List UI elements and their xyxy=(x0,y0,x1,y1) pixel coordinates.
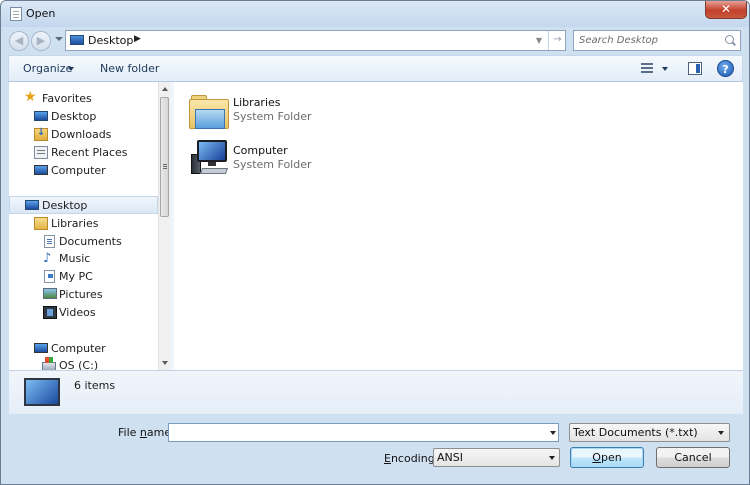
item-type: System Folder xyxy=(233,110,312,123)
computer-icon xyxy=(191,140,229,176)
preview-pane-icon[interactable] xyxy=(688,62,702,75)
nav-item-label: Documents xyxy=(59,235,122,248)
address-bar[interactable]: Desktop ▶ ▼ → xyxy=(65,30,566,51)
scrollbar-thumb[interactable] xyxy=(160,97,169,217)
computer-icon xyxy=(34,165,48,175)
nav-item-music[interactable]: ♪ Music xyxy=(9,250,158,268)
open-button[interactable]: Open xyxy=(570,447,644,468)
nav-item-label: Computer xyxy=(51,164,106,177)
nav-item-computer-favorite[interactable]: Computer xyxy=(9,162,158,180)
nav-item-label: My PC xyxy=(59,270,93,283)
back-button[interactable]: ◀ xyxy=(9,31,29,51)
search-input[interactable] xyxy=(579,33,719,48)
window-title: Open xyxy=(26,7,56,20)
nav-item-label: Music xyxy=(59,252,91,265)
file-list[interactable]: Libraries System Folder Computer System … xyxy=(174,82,743,370)
nav-item-label: Videos xyxy=(59,306,96,319)
new-folder-button[interactable]: New folder xyxy=(100,62,159,75)
videos-icon xyxy=(43,306,57,319)
documents-icon xyxy=(44,235,55,248)
encoding-value: ANSI xyxy=(437,451,463,464)
nav-favorites[interactable]: ★ Favorites xyxy=(9,90,158,108)
search-box[interactable] xyxy=(573,30,741,51)
libraries-icon xyxy=(34,217,48,230)
file-type-value: Text Documents (*.txt) xyxy=(573,426,698,439)
desktop-icon xyxy=(34,111,48,121)
music-icon: ♪ xyxy=(43,251,52,266)
desktop-icon xyxy=(25,200,39,210)
close-button[interactable]: ✕ xyxy=(705,1,747,19)
item-name: Libraries xyxy=(233,96,281,109)
scroll-up-arrow-icon[interactable] xyxy=(162,87,168,91)
details-pane: 6 items xyxy=(9,370,743,414)
nav-item-label: Desktop xyxy=(51,110,97,123)
downloads-icon xyxy=(34,127,48,141)
title-bar[interactable]: Open ✕ xyxy=(1,1,749,27)
cancel-button[interactable]: Cancel xyxy=(656,447,730,468)
file-type-select[interactable]: Text Documents (*.txt) xyxy=(569,423,730,442)
item-name: Computer xyxy=(233,144,288,157)
nav-item-label: Recent Places xyxy=(51,146,128,159)
star-icon: ★ xyxy=(24,89,37,105)
help-button[interactable]: ? xyxy=(717,60,734,77)
command-bar: Organize New folder ? xyxy=(8,55,743,82)
organize-button[interactable]: Organize xyxy=(23,62,72,75)
search-icon[interactable] xyxy=(725,35,734,44)
change-view-icon[interactable] xyxy=(641,63,653,74)
view-options-dropdown[interactable] xyxy=(662,67,668,71)
address-history-dropdown[interactable]: ▼ xyxy=(531,32,547,49)
nav-item-label: Desktop xyxy=(42,199,88,212)
forward-button[interactable]: ▶ xyxy=(31,31,51,51)
nav-item-label: Libraries xyxy=(51,217,99,230)
chevron-down-icon[interactable] xyxy=(68,67,74,71)
nav-item-documents[interactable]: Documents xyxy=(9,233,158,251)
drive-icon xyxy=(42,357,56,370)
pictures-icon xyxy=(43,288,57,299)
nav-item-recent-places[interactable]: Recent Places xyxy=(9,144,158,162)
chevron-down-icon[interactable] xyxy=(549,456,555,460)
nav-item-videos[interactable]: Videos xyxy=(9,304,158,322)
chevron-right-icon[interactable]: ▶ xyxy=(134,34,141,44)
chevron-down-icon[interactable] xyxy=(718,431,724,435)
list-item-computer[interactable]: Computer System Folder xyxy=(174,136,414,180)
file-name-combobox[interactable] xyxy=(168,423,559,442)
nav-item-label: Downloads xyxy=(51,128,112,141)
encoding-label: Encoding: xyxy=(384,452,439,465)
grip-icon xyxy=(163,164,167,165)
nav-item-desktop[interactable]: Desktop xyxy=(9,108,158,126)
refresh-button[interactable]: → xyxy=(548,31,566,50)
encoding-select[interactable]: ANSI xyxy=(433,448,560,467)
nav-item-pictures[interactable]: Pictures xyxy=(9,286,158,304)
nav-favorites-label: Favorites xyxy=(42,92,92,105)
nav-item-libraries[interactable]: Libraries xyxy=(9,215,158,233)
chevron-down-icon[interactable] xyxy=(550,431,556,435)
libraries-folder-icon xyxy=(189,95,229,129)
item-type: System Folder xyxy=(233,158,312,171)
nav-item-drive-c[interactable]: OS (C:) xyxy=(9,357,158,370)
file-name-label: File name: xyxy=(118,426,175,439)
scroll-down-arrow-icon[interactable] xyxy=(162,361,168,365)
nav-item-computer[interactable]: Computer xyxy=(9,340,158,358)
navigation-scrollbar[interactable] xyxy=(158,82,170,370)
navigation-pane[interactable]: ★ Favorites Desktop Downloads Recent Pla… xyxy=(9,82,158,370)
nav-item-my-pc[interactable]: My PC xyxy=(9,268,158,286)
nav-item-label: OS (C:) xyxy=(59,359,99,370)
list-item-libraries[interactable]: Libraries System Folder xyxy=(174,88,414,132)
notepad-icon xyxy=(10,7,22,21)
item-count: 6 items xyxy=(74,379,116,392)
nav-item-label: Computer xyxy=(51,342,106,355)
desktop-thumbnail-icon xyxy=(24,378,60,406)
address-row: ◀ ▶ Desktop ▶ ▼ → xyxy=(1,27,749,54)
address-location[interactable]: Desktop xyxy=(88,34,133,47)
nav-item-label: Pictures xyxy=(59,288,103,301)
file-name-field[interactable] xyxy=(172,425,538,440)
nav-item-downloads[interactable]: Downloads xyxy=(9,126,158,144)
desktop-icon xyxy=(70,35,84,45)
nav-item-desktop-root[interactable]: Desktop xyxy=(9,196,158,214)
my-pc-icon xyxy=(44,270,55,283)
recent-places-icon xyxy=(34,146,48,159)
open-dialog: Open ✕ ◀ ▶ Desktop ▶ ▼ → Organize New fo… xyxy=(0,0,750,485)
computer-icon xyxy=(34,343,48,353)
recent-locations-dropdown[interactable] xyxy=(55,37,63,41)
